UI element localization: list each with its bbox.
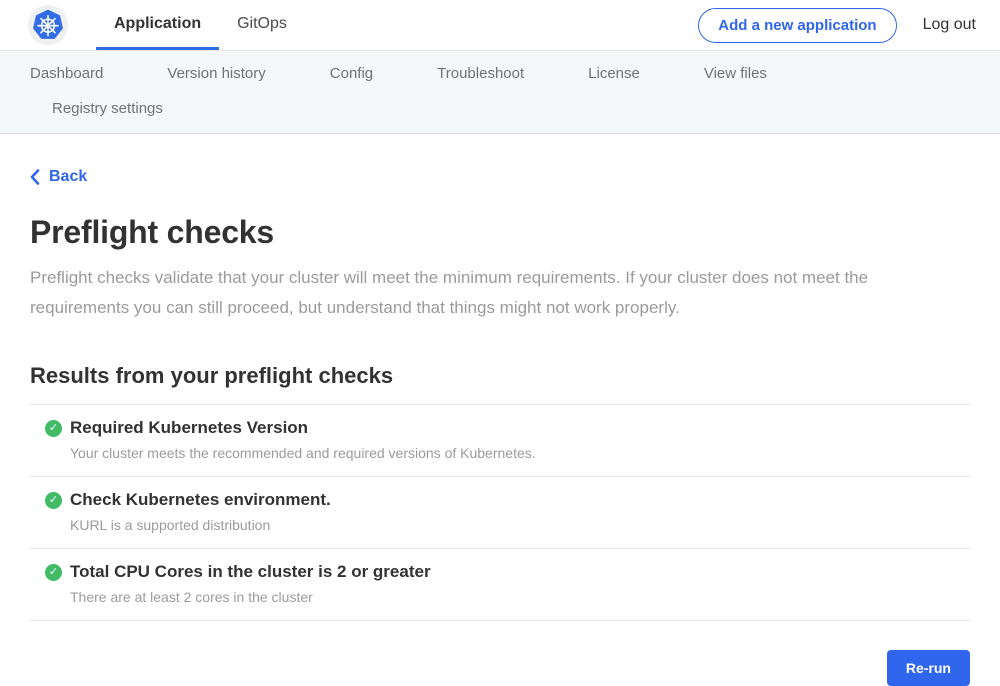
subnav-row-1: Dashboard Version history Config Trouble… xyxy=(0,65,1000,82)
primary-nav: Application GitOps xyxy=(96,0,305,50)
success-check-icon: ✓ xyxy=(45,492,62,509)
chevron-left-icon xyxy=(30,169,40,185)
tab-gitops[interactable]: GitOps xyxy=(219,0,305,50)
success-check-icon: ✓ xyxy=(45,420,62,437)
results-heading: Results from your preflight checks xyxy=(30,363,970,389)
add-new-application-button[interactable]: Add a new application xyxy=(698,8,896,43)
footer-actions: Re-run xyxy=(30,650,970,686)
log-out-link[interactable]: Log out xyxy=(923,16,976,34)
tab-application[interactable]: Application xyxy=(96,0,219,50)
app-subnav: Dashboard Version history Config Trouble… xyxy=(0,51,1000,134)
check-title: Required Kubernetes Version xyxy=(70,418,536,438)
page-description: Preflight checks validate that your clus… xyxy=(30,263,955,323)
subnav-item-license[interactable]: License xyxy=(588,65,640,82)
success-check-icon: ✓ xyxy=(45,564,62,581)
subnav-item-dashboard[interactable]: Dashboard xyxy=(30,65,103,82)
subnav-item-view-files[interactable]: View files xyxy=(704,65,767,82)
check-content: Required Kubernetes Version Your cluster… xyxy=(70,418,536,461)
kubernetes-logo xyxy=(28,5,68,45)
check-title: Total CPU Cores in the cluster is 2 or g… xyxy=(70,562,431,582)
check-row-kubernetes-version: ✓ Required Kubernetes Version Your clust… xyxy=(30,405,970,477)
subnav-item-registry-settings[interactable]: Registry settings xyxy=(52,100,163,117)
kubernetes-logo-icon xyxy=(32,9,64,41)
preflight-page: Back Preflight checks Preflight checks v… xyxy=(30,134,970,686)
rerun-button[interactable]: Re-run xyxy=(887,650,970,686)
check-row-kubernetes-environment: ✓ Check Kubernetes environment. KURL is … xyxy=(30,477,970,549)
back-label: Back xyxy=(49,168,87,186)
subnav-item-config[interactable]: Config xyxy=(330,65,373,82)
header-actions: Add a new application Log out xyxy=(698,0,976,50)
subnav-item-version-history[interactable]: Version history xyxy=(167,65,265,82)
check-message: KURL is a supported distribution xyxy=(70,517,331,533)
check-message: Your cluster meets the recommended and r… xyxy=(70,445,536,461)
page-title: Preflight checks xyxy=(30,214,970,251)
preflight-results-list: ✓ Required Kubernetes Version Your clust… xyxy=(30,404,970,621)
check-message: There are at least 2 cores in the cluste… xyxy=(70,589,431,605)
subnav-item-troubleshoot[interactable]: Troubleshoot xyxy=(437,65,524,82)
check-row-cpu-cores: ✓ Total CPU Cores in the cluster is 2 or… xyxy=(30,549,970,621)
check-content: Total CPU Cores in the cluster is 2 or g… xyxy=(70,562,431,605)
check-content: Check Kubernetes environment. KURL is a … xyxy=(70,490,331,533)
back-link[interactable]: Back xyxy=(30,168,87,186)
subnav-row-2: Registry settings xyxy=(0,100,1000,117)
check-title: Check Kubernetes environment. xyxy=(70,490,331,510)
top-header: Application GitOps Add a new application… xyxy=(0,0,1000,51)
